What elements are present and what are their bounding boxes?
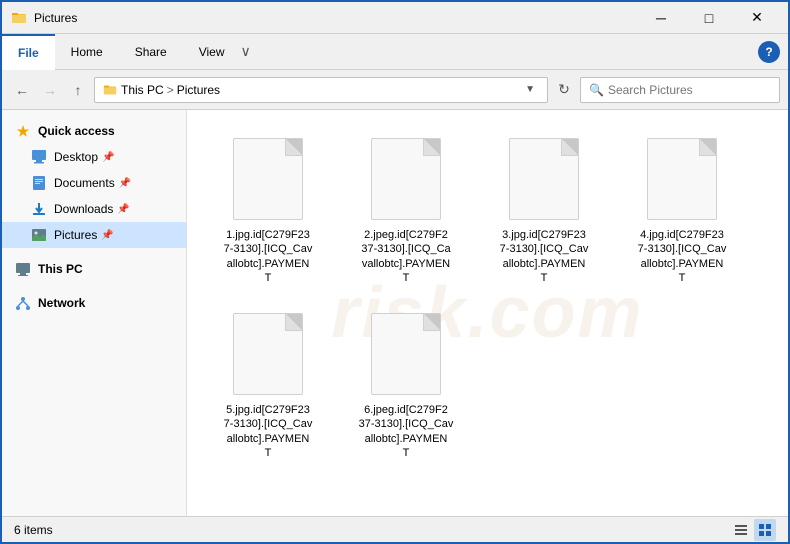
quick-access-icon: ★ [14,122,32,140]
tab-view[interactable]: View [183,34,241,70]
file-icon [504,134,584,224]
tab-file[interactable]: File [2,34,55,70]
path-dropdown-icon[interactable]: ▼ [521,84,539,95]
pictures-icon [30,226,48,244]
ribbon: File Home Share View ∨ ? [2,34,788,70]
file-icon [366,134,446,224]
files-grid: 1.jpg.id[C279F237-3130].[ICQ_Cavallobtc]… [203,126,772,468]
sidebar-item-quick-access[interactable]: ★ Quick access [2,118,186,144]
icon-view-button[interactable] [754,519,776,541]
network-icon [14,294,32,312]
sidebar-item-desktop[interactable]: Desktop 📌 [2,144,186,170]
up-button[interactable]: ↑ [66,78,90,102]
file-item[interactable]: 5.jpg.id[C279F237-3130].[ICQ_Cavallobtc]… [203,301,333,468]
sidebar-label-this-pc: This PC [38,262,83,276]
sidebar-label-pictures: Pictures [54,228,97,242]
status-bar: 6 items [2,516,788,542]
file-icon [366,309,446,399]
maximize-button[interactable]: □ [686,2,732,34]
file-name: 6.jpeg.id[C279F237-3130].[ICQ_Cavallobtc… [359,403,454,460]
sidebar-item-documents[interactable]: Documents 📌 [2,170,186,196]
pin-icon-desktop: 📌 [102,152,114,163]
sidebar-label-documents: Documents [54,176,115,190]
sidebar: ★ Quick access Desktop 📌 [2,110,187,516]
desktop-icon [30,148,48,166]
sidebar-label-quick-access: Quick access [38,124,115,138]
forward-button[interactable]: → [38,78,62,102]
window-title: Pictures [34,11,638,25]
sidebar-item-pictures[interactable]: Pictures 📌 [2,222,186,248]
window-icon [10,9,28,27]
ribbon-collapse-icon[interactable]: ∨ [241,43,251,60]
explorer-window: Pictures ─ □ ✕ File Home Share View ∨ ? … [0,0,790,544]
documents-icon [30,174,48,192]
search-box[interactable]: 🔍 [580,77,780,103]
path-thispc[interactable]: This PC [121,83,164,97]
main-area: ★ Quick access Desktop 📌 [2,110,788,516]
file-name: 3.jpg.id[C279F237-3130].[ICQ_Cavallobtc]… [500,228,589,285]
sidebar-label-network: Network [38,296,85,310]
file-name: 1.jpg.id[C279F237-3130].[ICQ_Cavallobtc]… [224,228,313,285]
tab-share[interactable]: Share [119,34,183,70]
file-icon [228,134,308,224]
file-item[interactable]: 6.jpeg.id[C279F237-3130].[ICQ_Cavallobtc… [341,301,471,468]
path-separator-1: > [167,83,174,97]
tab-home[interactable]: Home [55,34,119,70]
list-view-button[interactable] [730,519,752,541]
pin-icon-downloads: 📌 [117,204,129,215]
address-path[interactable]: This PC > Pictures ▼ [94,77,548,103]
path-pictures[interactable]: Pictures [177,83,220,97]
search-icon: 🔍 [589,83,604,97]
file-icon [642,134,722,224]
file-item[interactable]: 1.jpg.id[C279F237-3130].[ICQ_Cavallobtc]… [203,126,333,293]
file-item[interactable]: 2.jpeg.id[C279F237-3130].[ICQ_Cavallobtc… [341,126,471,293]
minimize-button[interactable]: ─ [638,2,684,34]
close-button[interactable]: ✕ [734,2,780,34]
title-bar: Pictures ─ □ ✕ [2,2,788,34]
downloads-icon [30,200,48,218]
file-name: 2.jpeg.id[C279F237-3130].[ICQ_Cavallobtc… [361,228,450,285]
file-area: risk.com 1.jpg.id[C279F237-3130].[ICQ_Ca… [187,110,788,516]
file-item[interactable]: 3.jpg.id[C279F237-3130].[ICQ_Cavallobtc]… [479,126,609,293]
window-controls: ─ □ ✕ [638,2,780,34]
sidebar-item-network[interactable]: Network [2,290,186,316]
file-icon [228,309,308,399]
refresh-button[interactable]: ↻ [552,78,576,102]
sidebar-label-downloads: Downloads [54,202,113,216]
address-bar: ← → ↑ This PC > Pictures ▼ ↻ 🔍 [2,70,788,110]
help-button[interactable]: ? [758,41,780,63]
search-input[interactable] [608,83,771,97]
file-name: 4.jpg.id[C279F237-3130].[ICQ_Cavallobtc]… [638,228,727,285]
view-buttons [730,519,776,541]
sidebar-label-desktop: Desktop [54,150,98,164]
pin-icon-documents: 📌 [119,178,131,189]
sidebar-item-this-pc[interactable]: This PC [2,256,186,282]
file-item[interactable]: 4.jpg.id[C279F237-3130].[ICQ_Cavallobtc]… [617,126,747,293]
this-pc-icon [14,260,32,278]
pin-icon-pictures: 📌 [101,230,113,241]
file-name: 5.jpg.id[C279F237-3130].[ICQ_Cavallobtc]… [224,403,313,460]
sidebar-item-downloads[interactable]: Downloads 📌 [2,196,186,222]
back-button[interactable]: ← [10,78,34,102]
status-count: 6 items [14,523,730,537]
